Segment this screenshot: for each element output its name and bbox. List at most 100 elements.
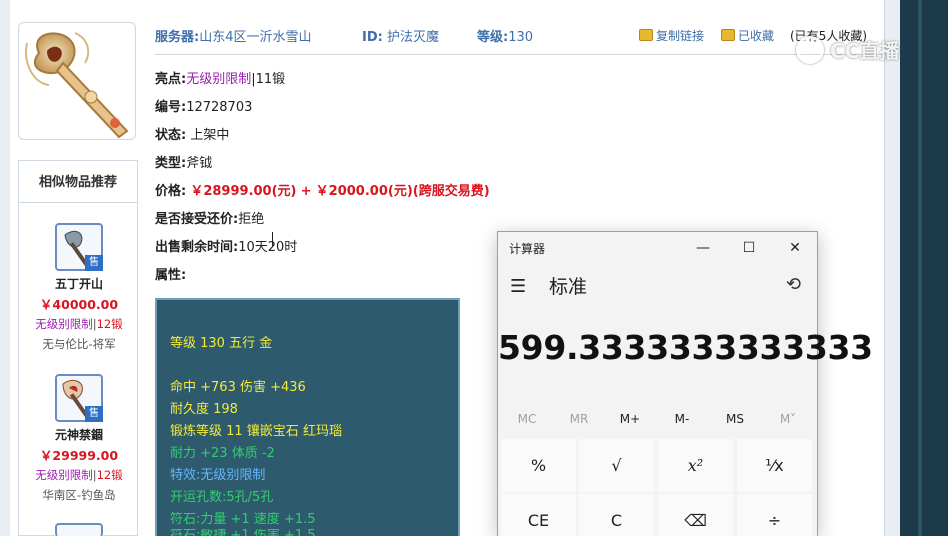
price-extra-fee: ￥2000.00(元)(跨服交易费) xyxy=(315,184,490,199)
calculator-display: 599.3333333333333 xyxy=(498,328,873,367)
attr-line: 锻炼等级 11 镶嵌宝石 红玛瑙 xyxy=(170,424,342,439)
memory-recall-button[interactable]: MR xyxy=(553,412,605,426)
square-root-button[interactable]: √ xyxy=(579,439,654,492)
history-icon[interactable]: ⟲ xyxy=(786,274,801,295)
bargain-label: 是否接受还价: xyxy=(155,212,239,227)
status-label: 状态: xyxy=(155,128,187,143)
highlight-forge: 11锻 xyxy=(255,72,286,87)
background-window xyxy=(900,0,948,536)
highlight-label: 亮点: xyxy=(155,72,187,87)
serial-row: 编号:12728703 xyxy=(155,96,252,115)
attributes-row: 属性: xyxy=(155,264,186,283)
watermark-text: CC直播 xyxy=(830,39,900,63)
memory-subtract-button[interactable]: M- xyxy=(656,412,708,426)
status-value: 上架中 xyxy=(190,128,230,143)
attributes-box: 等级 130 五行 金 命中 +763 伤害 +436 耐久度 198 锻炼等级… xyxy=(155,298,460,536)
similar-item-tag: 无级别限制|12锻 xyxy=(19,467,139,483)
divide-button[interactable]: ÷ xyxy=(737,494,812,536)
price-row: 价格: ￥28999.00(元) + ￥2000.00(元)(跨服交易费) xyxy=(155,180,490,199)
attr-line-partial: 符石:敏捷 +1 伤害 +1.5 xyxy=(170,529,316,536)
type-row: 类型:斧钺 xyxy=(155,152,212,171)
tag-text: 无级别限制 xyxy=(35,317,93,331)
similar-item[interactable]: 售 五丁开山 ￥40000.00 无级别限制|12锻 无与伦比-将军 xyxy=(19,223,139,352)
axe-item-icon[interactable]: 售 xyxy=(55,223,103,271)
attr-line: 特效:无级别限制 xyxy=(170,468,266,483)
page-right-margin xyxy=(884,0,900,536)
page-left-margin xyxy=(0,0,10,536)
level-value: 130 xyxy=(508,30,534,45)
price-label: 价格: xyxy=(155,184,187,199)
attr-line: 耐力 +23 体质 -2 xyxy=(170,446,275,461)
highlight-row: 亮点:无级别限制|11锻 xyxy=(155,68,285,87)
clear-entry-button[interactable]: CE xyxy=(501,494,576,536)
server-label: 服务器: xyxy=(155,30,200,45)
item-header: 服务器:山东4区一沂水雪山 ID: 护法灭魔 等级:130 复制链接 已收藏 (… xyxy=(155,26,883,52)
copy-link-label: 复制链接 xyxy=(656,29,705,43)
similar-item-server: 无与伦比-将军 xyxy=(42,337,116,351)
serial-value: 12728703 xyxy=(186,100,253,115)
text-cursor xyxy=(272,232,273,246)
similar-item-name[interactable]: 元神禁錮 xyxy=(19,426,139,443)
highlight-tag: 无级别限制 xyxy=(186,72,252,87)
level-info: 等级:130 xyxy=(477,26,533,45)
axe-weapon-icon xyxy=(25,32,129,139)
similar-item-server: 华南区-钓鱼岛 xyxy=(42,488,116,502)
percent-button[interactable]: % xyxy=(501,439,576,492)
for-sale-badge: 售 xyxy=(85,406,103,422)
status-row: 状态: 上架中 xyxy=(155,124,229,143)
maximize-button[interactable]: ☐ xyxy=(726,234,772,262)
for-sale-badge: 售 xyxy=(85,255,103,271)
favorite-label: 已收藏 xyxy=(738,29,775,43)
similar-item-tag: 无级别限制|12锻 xyxy=(19,316,139,332)
axe-item-icon[interactable]: 售 xyxy=(55,374,103,422)
attr-line: 耐久度 198 xyxy=(170,402,238,417)
price-plus: + xyxy=(300,184,312,199)
forge-level: 12锻 xyxy=(96,317,123,331)
square-button[interactable]: x² xyxy=(658,439,733,492)
calculator-title: 计算器 xyxy=(509,242,546,256)
similar-item-partial[interactable] xyxy=(19,523,139,536)
memory-add-button[interactable]: M+ xyxy=(604,412,656,426)
id-info: ID: 护法灭魔 xyxy=(362,26,439,45)
serial-label: 编号: xyxy=(155,100,187,115)
backspace-button[interactable]: ⌫ xyxy=(658,494,733,536)
similar-item[interactable]: 售 元神禁錮 ￥29999.00 无级别限制|12锻 华南区-钓鱼岛 xyxy=(19,374,139,503)
remaining-label: 出售剩余时间: xyxy=(155,240,239,255)
memory-clear-button[interactable]: MC xyxy=(501,412,553,426)
tag-text: 无级别限制 xyxy=(35,468,93,482)
minimize-button[interactable]: — xyxy=(680,234,726,262)
copy-link-button[interactable]: 复制链接 xyxy=(639,27,704,44)
memory-list-button[interactable]: M˅ xyxy=(762,412,814,426)
similar-item-price: ￥29999.00 xyxy=(39,448,119,463)
similar-item-price: ￥40000.00 xyxy=(39,297,119,312)
forge-level: 12锻 xyxy=(96,468,123,482)
similar-items-title: 相似物品推荐 xyxy=(19,161,137,203)
remaining-time-row: 出售剩余时间:10天20时 xyxy=(155,236,297,255)
remaining-value: 10天20时 xyxy=(238,240,298,255)
memory-store-button[interactable]: MS xyxy=(709,412,761,426)
clear-button[interactable]: C xyxy=(579,494,654,536)
bargain-value: 拒绝 xyxy=(238,212,265,227)
price-value: ￥28999.00(元) xyxy=(190,184,297,199)
server-info: 服务器:山东4区一沂水雪山 xyxy=(155,26,311,45)
attributes-label: 属性: xyxy=(155,268,187,283)
hamburger-menu-icon[interactable]: ☰ xyxy=(510,276,526,297)
id-value: 护法灭魔 xyxy=(386,30,439,45)
attr-line: 符石:力量 +1 速度 +1.5 xyxy=(170,512,316,527)
level-label: 等级: xyxy=(477,30,509,45)
id-label: ID: xyxy=(362,30,383,45)
similar-items-panel: 相似物品推荐 售 五丁开山 ￥40000.00 无级别限制|12锻 无与伦比-将… xyxy=(18,160,138,536)
favorite-button[interactable]: 已收藏 xyxy=(721,27,774,44)
attr-line: 等级 130 五行 金 xyxy=(170,336,273,351)
attr-line: 开运孔数:5孔/5孔 xyxy=(170,490,274,505)
background-stripe xyxy=(918,0,922,536)
calculator-window[interactable]: 计算器 — ☐ ✕ ☰ 标准 ⟲ 599.3333333333333 MC MR… xyxy=(497,231,873,536)
item-icon-partial[interactable] xyxy=(55,523,103,536)
similar-item-name[interactable]: 五丁开山 xyxy=(19,275,139,292)
watermark-logo-icon xyxy=(796,36,824,64)
close-button[interactable]: ✕ xyxy=(772,234,818,262)
attr-line: 命中 +763 伤害 +436 xyxy=(170,380,306,395)
reciprocal-button[interactable]: ¹⁄x xyxy=(737,439,812,492)
item-image[interactable] xyxy=(18,22,136,140)
header-divider xyxy=(155,54,883,55)
